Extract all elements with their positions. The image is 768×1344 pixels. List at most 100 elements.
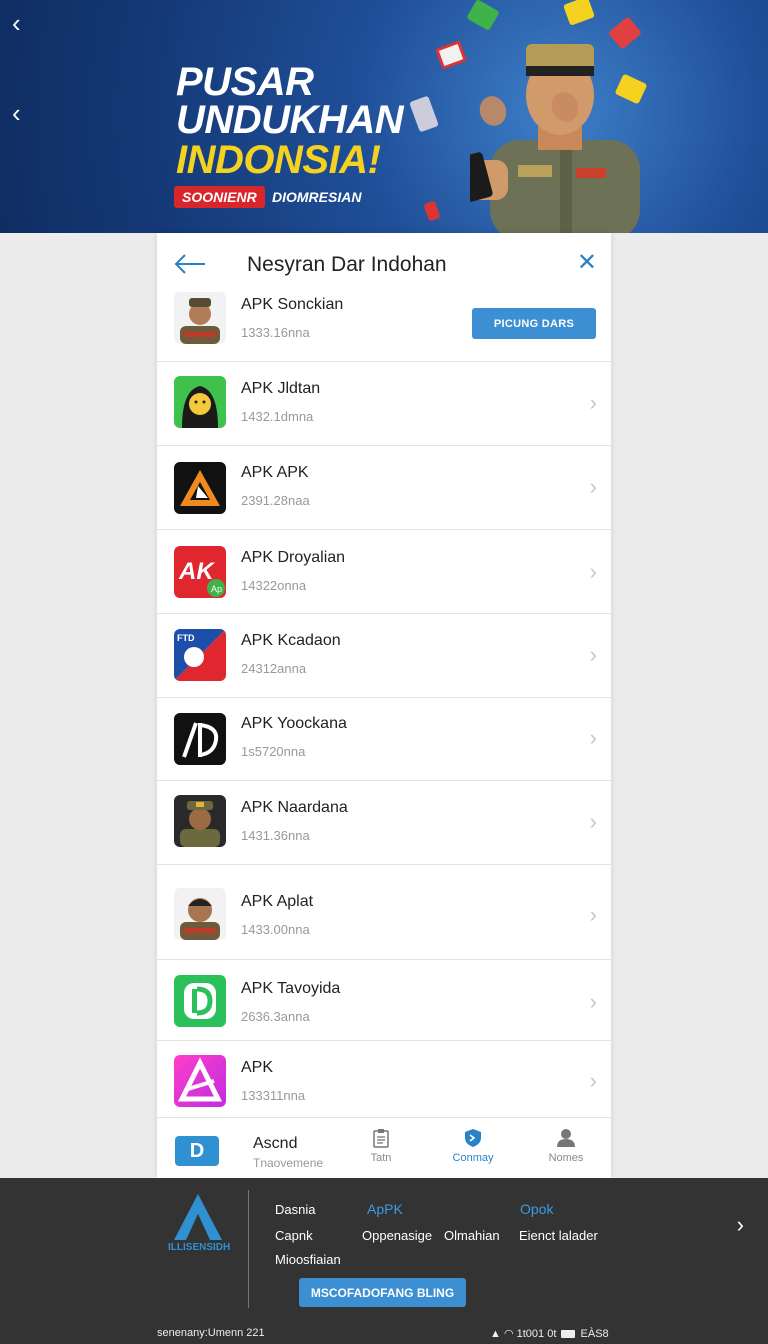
bottom-nav: D Ascnd Tnaovemene Tatn Conmay Nomes	[157, 1117, 611, 1178]
confetti-decor	[435, 40, 467, 70]
chevron-right-icon: ›	[589, 474, 597, 499]
confetti-decor	[423, 200, 441, 222]
app-icon-flag: FTD	[174, 629, 226, 681]
footer-logo-icon	[174, 1194, 222, 1240]
shield-icon	[465, 1129, 481, 1147]
app-icon-officer	[174, 795, 226, 847]
app-icon-ap	[174, 713, 226, 765]
status-right: ▲ ◠ 1t001 0t EÀS8	[490, 1327, 609, 1340]
footer-link[interactable]: Oppenasige	[362, 1228, 432, 1243]
list-item[interactable]: AK Ap APK Droyalian 14322onna ›	[157, 530, 611, 614]
app-name: APK Jldtan	[241, 380, 321, 397]
dialog-header: Nesyran Dar Indohan ✕	[157, 233, 611, 297]
app-size: 24312anna	[241, 661, 307, 676]
svg-text:Ap: Ap	[211, 584, 222, 594]
app-size: 14322onna	[241, 578, 307, 593]
app-icon-ak: AK Ap	[174, 546, 226, 598]
banner-title-line2: UNDUKHAN	[176, 98, 404, 142]
chevron-right-icon[interactable]: ›	[737, 1212, 744, 1238]
tab-label: Tatn	[370, 1152, 392, 1164]
tab-tatn[interactable]: Tatn	[346, 1128, 416, 1164]
app-icon-triangle	[174, 462, 226, 514]
soldier-illustration	[470, 44, 640, 233]
list-item[interactable]: APK Sonckian 1333.16nna PICUNG DARS	[157, 289, 611, 362]
app-icon-man	[174, 888, 226, 940]
app-logo-icon[interactable]: D	[175, 1136, 219, 1166]
app-icon-a	[174, 1055, 226, 1107]
app-name: APK APK	[241, 464, 309, 481]
banner-subtitle: DIOMRESIAN	[272, 189, 362, 205]
app-name: APK Aplat	[241, 893, 314, 910]
app-icon-d	[174, 975, 226, 1027]
dialog-title: Nesyran Dar Indohan	[247, 253, 447, 276]
app-icon-soldier	[174, 292, 226, 344]
footer-logo-text: ILLISENSIDH	[168, 1242, 231, 1253]
chevron-right-icon: ›	[589, 642, 597, 667]
download-button[interactable]: PICUNG DARS	[472, 308, 596, 339]
app-name: APK Naardana	[241, 799, 348, 816]
app-name: APK Droyalian	[241, 549, 346, 566]
app-name: APK Sonckian	[241, 296, 344, 313]
tab-nomes[interactable]: Nomes	[531, 1128, 601, 1164]
download-dialog: Nesyran Dar Indohan ✕ APK Sonckian 1333.…	[157, 233, 611, 1178]
back-arrow-icon[interactable]	[173, 249, 207, 279]
list-item[interactable]: APK Aplat 1433.00nna ›	[157, 865, 611, 960]
tab-conmay[interactable]: Conmay	[438, 1128, 508, 1164]
chevron-right-icon: ›	[589, 809, 597, 834]
battery-icon	[561, 1330, 576, 1339]
status-left-text: senenany:Umenn 221	[157, 1327, 265, 1339]
signal-icon: ▲	[490, 1328, 501, 1340]
app-size: 1431.36nna	[241, 828, 310, 843]
svg-text:FTD: FTD	[177, 633, 195, 643]
list-item[interactable]: APK 133311nna ›	[157, 1041, 611, 1117]
chevron-right-icon: ›	[589, 559, 597, 584]
app-name: APK Tavoyida	[241, 980, 341, 997]
footer-link[interactable]: Olmahian	[444, 1228, 500, 1243]
list-item[interactable]: APK APK 2391.28naa ›	[157, 446, 611, 530]
footer-link[interactable]: Dasnia	[275, 1202, 315, 1217]
promo-banner: ‹ ‹ PUSAR UNDUKHAN INDONSIA! SOONIENR DI…	[0, 0, 768, 233]
confetti-decor	[409, 95, 439, 133]
app-size: 2391.28naa	[241, 493, 310, 508]
svg-text:AK: AK	[178, 558, 215, 585]
chevron-right-icon: ›	[589, 390, 597, 415]
app-name: APK Yoockana	[241, 715, 347, 732]
list-item[interactable]: FTD APK Kcadaon 24312anna ›	[157, 614, 611, 698]
person-icon	[557, 1129, 575, 1147]
list-item[interactable]: APK Tavoyida 2636.3anna ›	[157, 960, 611, 1041]
app-size: 133311nna	[241, 1088, 306, 1103]
app-name: APK	[241, 1059, 274, 1076]
footer-section-header: Opok	[520, 1201, 554, 1217]
list-item[interactable]: APK Jldtan 1432.1dmna ›	[157, 362, 611, 446]
list-item[interactable]: APK Yoockana 1s5720nna ›	[157, 698, 611, 781]
footer-link[interactable]: Mioosfiaian	[275, 1252, 341, 1267]
chevron-right-icon: ›	[589, 989, 597, 1014]
footer-section-header: ApPK	[367, 1201, 403, 1217]
banner-title-line3: INDONSIA!	[176, 138, 381, 182]
app-size: 1433.00nna	[241, 922, 310, 937]
tab-label: Nomes	[548, 1152, 584, 1164]
footer-cta-button[interactable]: MSCOFADOFANG BLING	[299, 1278, 466, 1307]
brand-subtitle: Tnaovemene	[253, 1156, 324, 1170]
chevron-right-icon: ›	[589, 1068, 597, 1093]
app-icon-character	[174, 376, 226, 428]
chevron-right-icon: ›	[589, 725, 597, 750]
footer-divider	[248, 1190, 249, 1308]
footer-link[interactable]: Eienct lalader	[519, 1228, 598, 1243]
chevron-right-icon: ›	[589, 902, 597, 927]
app-size: 1333.16nna	[241, 325, 310, 340]
app-size: 1s5720nna	[241, 744, 306, 759]
close-icon[interactable]: ✕	[577, 251, 597, 275]
app-size: 2636.3anna	[241, 1009, 310, 1024]
chevron-left-icon[interactable]: ‹	[12, 10, 21, 36]
clipboard-icon	[373, 1129, 389, 1148]
app-name: APK Kcadaon	[241, 632, 341, 649]
app-size: 1432.1dmna	[241, 409, 314, 424]
list-item[interactable]: APK Naardana 1431.36nna ›	[157, 781, 611, 865]
tab-label: Conmay	[452, 1152, 494, 1164]
battery-text: EÀS8	[580, 1328, 609, 1340]
footer-link[interactable]: Capnk	[275, 1228, 313, 1243]
brand-name: Ascnd	[253, 1135, 298, 1152]
banner-badge: SOONIENR	[174, 186, 265, 208]
chevron-left-icon[interactable]: ‹	[12, 100, 21, 126]
